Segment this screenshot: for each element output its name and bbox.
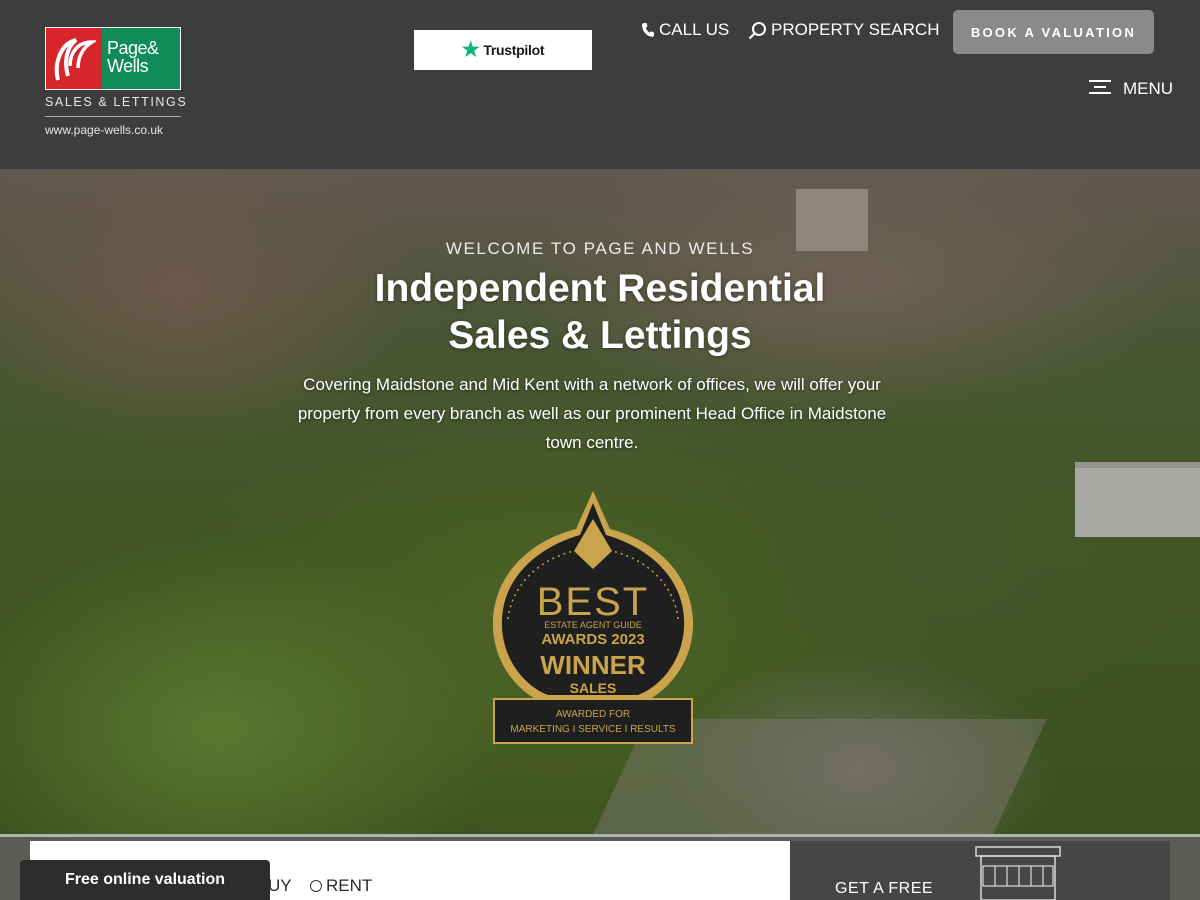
badge-awards: AWARDS 2023 (541, 631, 644, 648)
logo-wordmark-line1: Page& (107, 38, 159, 58)
logo-mark: Page& Wells (45, 27, 181, 90)
free-online-valuation-tab[interactable]: Free online valuation (20, 860, 270, 900)
buy-radio[interactable]: UY (268, 876, 292, 896)
book-valuation-button[interactable]: BOOK A VALUATION (953, 10, 1154, 54)
hero-kicker: WELCOME TO PAGE AND WELLS (445, 239, 755, 258)
hero-title-line1: Independent Residential (374, 267, 826, 310)
shopfront-icon (975, 846, 1061, 900)
badge-category: SALES (570, 680, 617, 696)
logo-swirl-icon (46, 28, 101, 89)
free-valuation-panel-text: GET A FREE (835, 880, 934, 897)
property-search-label: PROPERTY SEARCH (771, 20, 940, 39)
rent-radio-circle[interactable] (310, 880, 322, 892)
hero-section: WELCOME TO PAGE AND WELLS Independent Re… (0, 169, 1200, 834)
hero-title: Independent Residential Sales & Lettings (0, 265, 1200, 359)
property-search-link[interactable]: PROPERTY SEARCH (748, 20, 939, 40)
divider (0, 834, 1200, 837)
menu-button[interactable]: MENU (1089, 79, 1173, 99)
call-us-label: CALL US (659, 20, 730, 39)
site-logo[interactable]: Page& Wells SALES & LETTINGS www.page-we… (45, 27, 186, 137)
trustpilot-star-icon: ★ (461, 39, 480, 61)
search-icon (748, 21, 767, 40)
rent-radio[interactable]: RENT (310, 876, 372, 896)
logo-wordmark-line2: Wells (107, 56, 149, 76)
badge-awarded-for: AWARDED FOR (556, 709, 630, 720)
logo-tagline: SALES & LETTINGS (45, 95, 186, 117)
menu-label: MENU (1123, 79, 1174, 98)
buy-radio-label: UY (268, 876, 292, 895)
site-header: Page& Wells SALES & LETTINGS www.page-we… (0, 0, 1200, 169)
call-us-link[interactable]: CALL US (641, 20, 729, 40)
award-badge: BEST ESTATE AGENT GUIDE AWARDS 2023 WINN… (492, 491, 694, 744)
trustpilot-label: Trustpilot (483, 42, 545, 58)
phone-icon (641, 22, 655, 38)
hamburger-icon (1089, 79, 1111, 99)
trustpilot-widget[interactable]: ★ Trustpilot (414, 30, 592, 70)
hero-title-line2: Sales & Lettings (448, 314, 752, 357)
logo-url: www.page-wells.co.uk (45, 123, 164, 137)
hero-description: Covering Maidstone and Mid Kent with a n… (297, 375, 887, 452)
badge-winner: WINNER (540, 650, 646, 680)
rent-radio-label: RENT (326, 876, 373, 895)
badge-guide: ESTATE AGENT GUIDE (544, 620, 642, 630)
badge-criteria: MARKETING I SERVICE I RESULTS (510, 724, 676, 735)
badge-best: BEST (537, 580, 649, 624)
logo-wordmark: Page& Wells (101, 28, 180, 89)
